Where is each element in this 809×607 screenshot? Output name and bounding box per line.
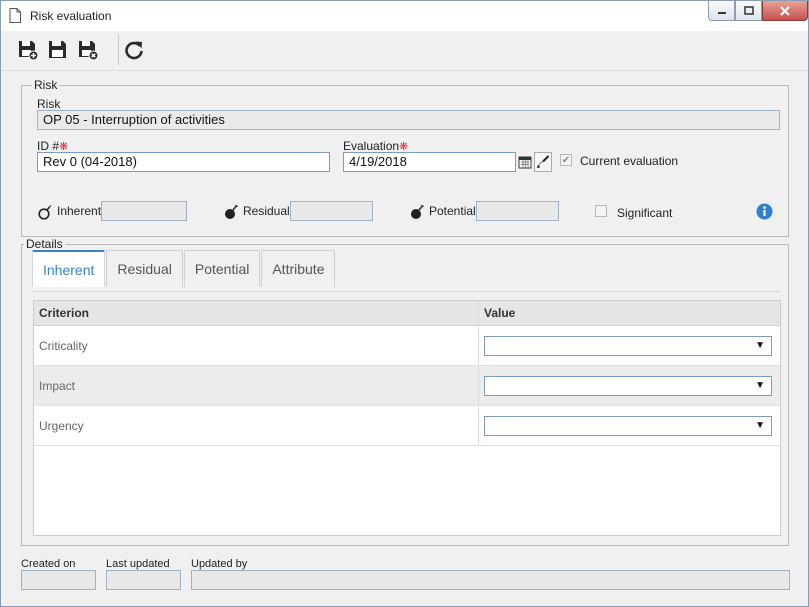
last-updated-field[interactable] xyxy=(106,570,181,590)
close-button[interactable] xyxy=(762,1,808,21)
document-icon xyxy=(9,8,21,23)
criterion-cell: Impact xyxy=(39,379,76,393)
chevron-down-icon: ▼ xyxy=(755,420,765,431)
risk-label: Risk xyxy=(37,97,61,111)
potential-label: Potential xyxy=(429,204,476,218)
significant-label: Significant xyxy=(617,206,673,220)
criticality-select[interactable]: ▼ xyxy=(484,336,772,356)
tab-residual[interactable]: Residual xyxy=(106,250,183,287)
content-area: Risk Risk OP 05 - Interruption of activi… xyxy=(8,71,802,601)
close-icon xyxy=(780,5,790,16)
calendar-icon xyxy=(518,156,532,169)
created-on-label: Created on xyxy=(21,558,76,570)
risk-group: Risk Risk OP 05 - Interruption of activi… xyxy=(21,78,789,237)
criteria-grid: Criterion Value Criticality ▼ Impact ▼ U… xyxy=(33,300,781,536)
tab-attribute[interactable]: Attribute xyxy=(261,250,336,287)
refresh-icon xyxy=(125,41,143,60)
value-column-header[interactable]: Value xyxy=(484,306,515,320)
chevron-down-icon: ▼ xyxy=(755,340,765,351)
urgency-select[interactable]: ▼ xyxy=(484,416,772,436)
details-group: Details Inherent Residual Potential Attr… xyxy=(21,237,789,546)
save-and-new-icon xyxy=(19,41,39,61)
impact-select[interactable]: ▼ xyxy=(484,376,772,396)
potential-level-field[interactable] xyxy=(476,201,559,221)
residual-level-field[interactable] xyxy=(290,201,373,221)
save-and-close-button[interactable] xyxy=(75,37,101,63)
save-and-close-icon xyxy=(79,41,99,61)
minimize-icon xyxy=(717,11,726,14)
inherent-level-field[interactable] xyxy=(101,201,187,221)
table-row[interactable]: Impact ▼ xyxy=(34,366,780,406)
residual-bomb-icon xyxy=(225,204,239,219)
toolbar xyxy=(1,31,808,71)
brush-icon xyxy=(537,155,550,168)
table-row[interactable]: Criticality ▼ xyxy=(34,326,780,366)
details-legend: Details xyxy=(24,237,65,251)
maximize-button[interactable] xyxy=(735,1,762,21)
significant-checkbox[interactable] xyxy=(595,205,607,217)
title-bar: Risk evaluation xyxy=(1,1,808,31)
evaluation-date-field[interactable]: 4/19/2018 xyxy=(343,152,516,172)
risk-evaluation-window: Risk evaluation Risk Risk OP 05 - Interr… xyxy=(0,0,809,607)
maximize-icon xyxy=(743,6,754,15)
chevron-down-icon: ▼ xyxy=(755,380,765,391)
residual-label: Residual xyxy=(243,204,290,218)
updated-by-field[interactable] xyxy=(191,570,790,590)
created-on-field[interactable] xyxy=(21,570,96,590)
id-label: ID #❋ xyxy=(37,139,69,153)
toolbar-separator xyxy=(118,35,119,65)
grid-header: Criterion Value xyxy=(34,301,780,326)
risk-field[interactable]: OP 05 - Interruption of activities xyxy=(37,110,780,130)
details-tabs: Inherent Residual Potential Attribute xyxy=(32,250,336,287)
current-evaluation-checkbox[interactable]: ✔ xyxy=(560,154,572,166)
table-row[interactable]: Urgency ▼ xyxy=(34,406,780,446)
save-icon xyxy=(49,41,66,58)
minimize-button[interactable] xyxy=(708,1,735,21)
updated-by-label: Updated by xyxy=(191,558,248,570)
check-mark-icon: ✔ xyxy=(561,154,571,166)
current-evaluation-label: Current evaluation xyxy=(580,154,679,168)
save-button[interactable] xyxy=(45,37,71,63)
criterion-column-header[interactable]: Criterion xyxy=(39,306,89,320)
potential-bomb-icon xyxy=(411,204,425,219)
window-controls xyxy=(708,1,808,23)
inherent-label: Inherent xyxy=(57,204,102,218)
tab-potential[interactable]: Potential xyxy=(183,250,261,287)
inherent-bomb-icon xyxy=(38,205,52,220)
window-title: Risk evaluation xyxy=(30,9,112,23)
criterion-cell: Criticality xyxy=(39,339,88,353)
save-and-new-button[interactable] xyxy=(15,37,41,63)
grid-column-separator xyxy=(478,301,479,446)
refresh-button[interactable] xyxy=(121,37,147,63)
calendar-button[interactable] xyxy=(516,152,534,172)
info-icon[interactable] xyxy=(756,203,773,220)
evaluation-label: Evaluation❋ xyxy=(343,139,409,153)
risk-legend: Risk xyxy=(32,78,60,92)
last-updated-label: Last updated xyxy=(106,558,170,570)
id-field[interactable]: Rev 0 (04-2018) xyxy=(37,152,330,172)
tab-divider xyxy=(32,291,780,292)
clear-date-button[interactable] xyxy=(534,152,552,172)
tab-inherent[interactable]: Inherent xyxy=(32,250,106,287)
criterion-cell: Urgency xyxy=(39,419,84,433)
